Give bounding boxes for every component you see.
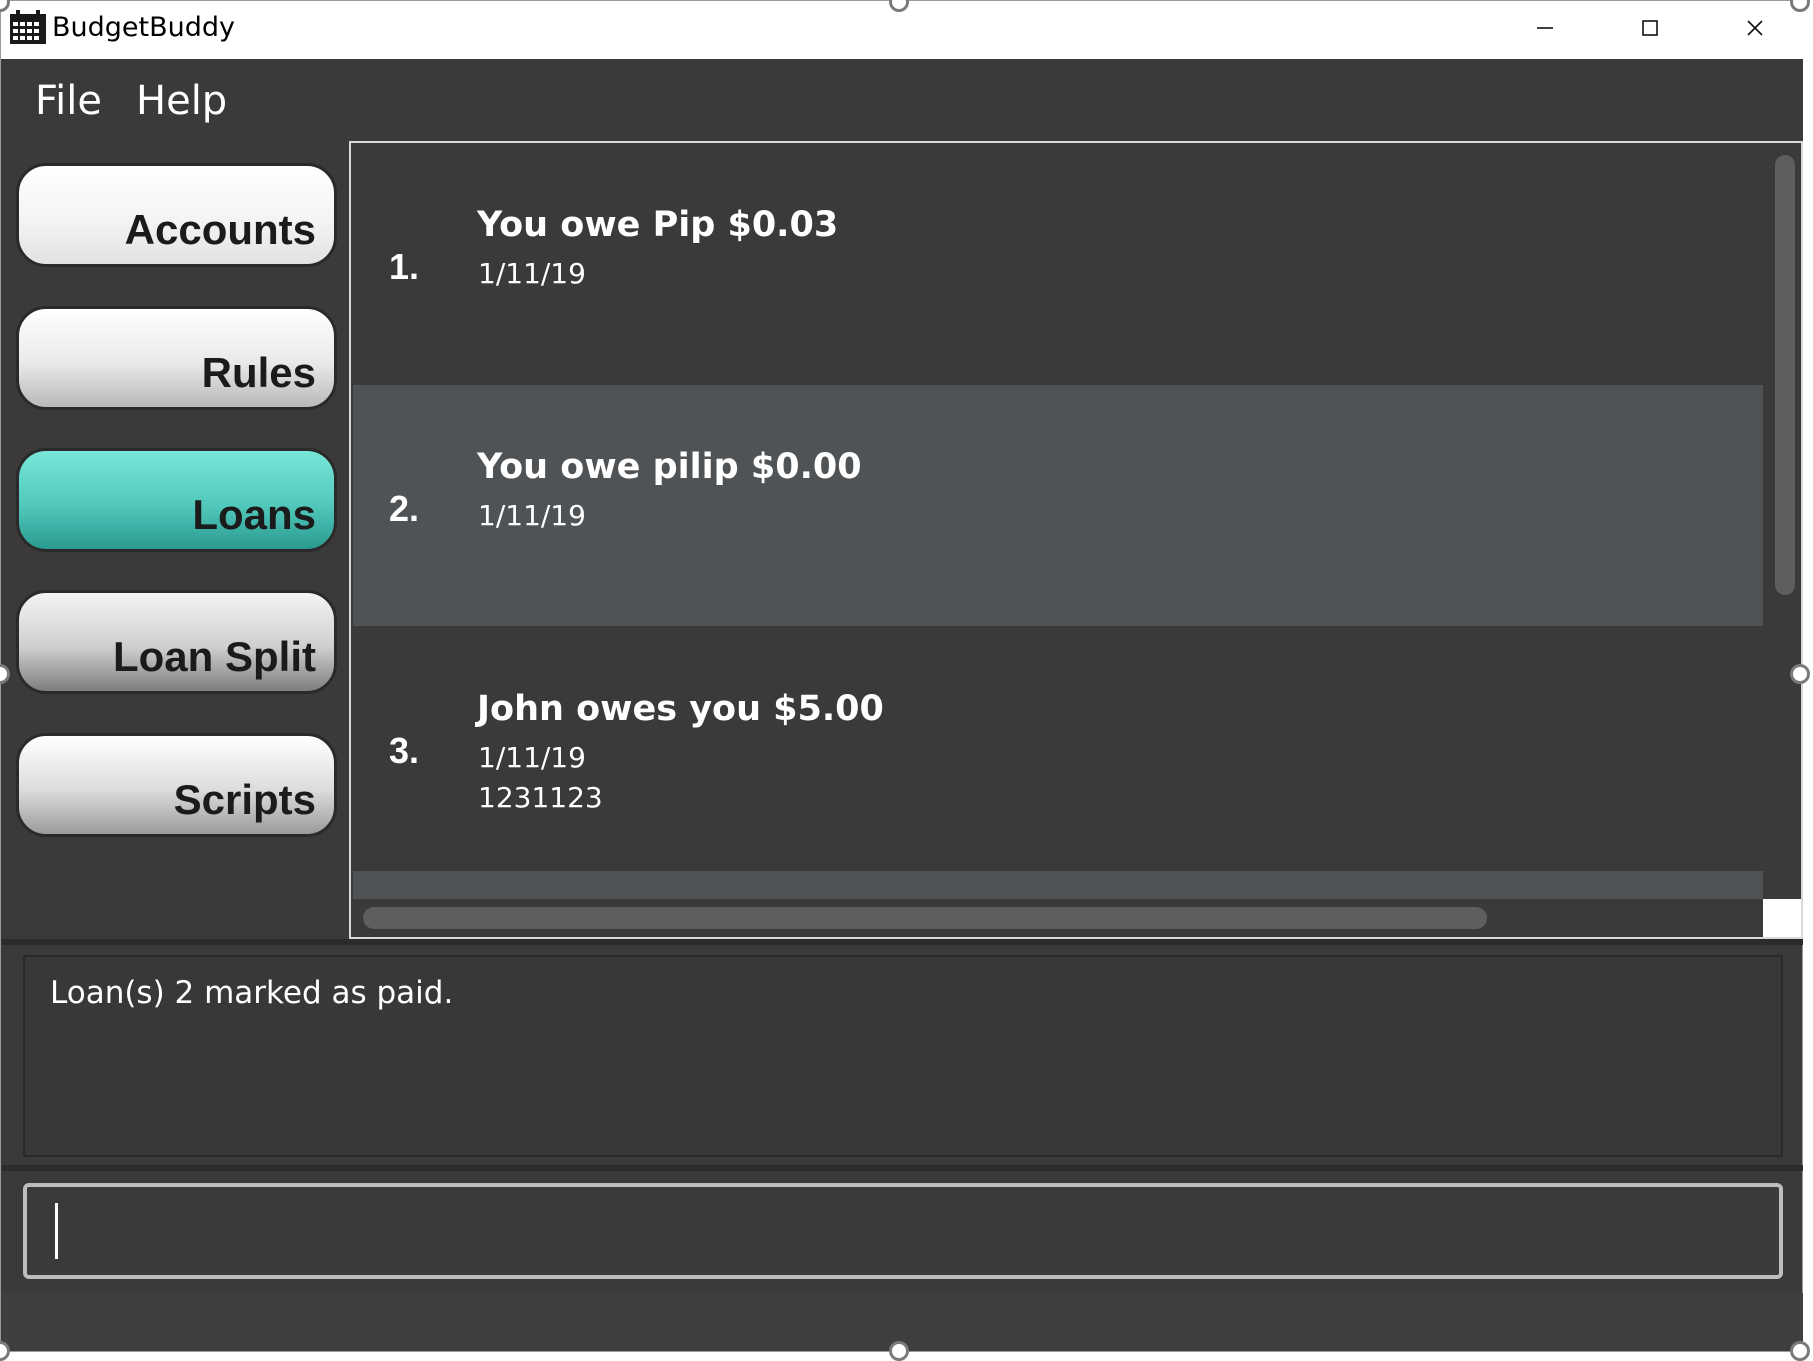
result-message: Loan(s) 2 marked as paid. — [50, 975, 454, 1011]
sidebar: Accounts Rules Loans Loan Split Scripts — [2, 143, 347, 939]
loan-title: You owe Pip $0.03 — [477, 205, 839, 245]
app-root: BudgetBuddy File Help Accounts Rules Loa… — [0, 0, 1813, 1361]
window-title: BudgetBuddy — [52, 12, 236, 43]
sidebar-item-accounts[interactable]: Accounts — [16, 163, 337, 267]
vertical-scroll-thumb[interactable] — [1775, 155, 1795, 595]
resize-handle[interactable] — [1790, 664, 1810, 684]
loan-title: John owes you $5.00 — [477, 689, 884, 729]
minimize-button[interactable] — [1493, 5, 1597, 51]
maximize-icon — [1642, 20, 1658, 36]
divider — [2, 1165, 1803, 1171]
list-item[interactable]: 1. You owe Pip $0.03 1/11/19 — [353, 143, 1763, 384]
list-item-index: 3. — [389, 730, 420, 771]
maximize-button[interactable] — [1598, 5, 1702, 51]
scroll-corner — [1763, 899, 1801, 937]
text-caret — [55, 1203, 58, 1259]
list-item[interactable]: 2. You owe pilip $0.00 1/11/19 — [353, 385, 1763, 626]
app-window: BudgetBuddy File Help Accounts Rules Loa… — [0, 0, 1804, 1352]
sidebar-item-loan-split[interactable]: Loan Split — [16, 590, 337, 694]
command-input[interactable] — [23, 1183, 1783, 1279]
minimize-icon — [1537, 27, 1553, 29]
divider — [2, 939, 1803, 945]
list-item[interactable]: 3. John owes you $5.00 1/11/19 1231123 — [353, 627, 1763, 868]
sidebar-item-scripts[interactable]: Scripts — [16, 733, 337, 837]
close-button[interactable] — [1703, 5, 1807, 51]
loan-title: You owe pilip $0.00 — [477, 447, 862, 487]
menu-file[interactable]: File — [35, 73, 102, 129]
list-item-index: 2. — [389, 488, 420, 529]
loan-date: 1/11/19 — [478, 257, 586, 290]
menu-bar: File Help — [2, 59, 1803, 143]
sidebar-item-loans[interactable]: Loans — [16, 448, 337, 552]
resize-handle[interactable] — [889, 1341, 909, 1361]
horizontal-scroll-thumb[interactable] — [363, 907, 1487, 929]
menu-help[interactable]: Help — [136, 73, 227, 129]
loan-date: 1/11/19 — [478, 499, 586, 532]
loan-description: 1231123 — [478, 781, 603, 814]
calendar-icon — [10, 10, 46, 44]
loan-date: 1/11/19 — [478, 741, 586, 774]
loan-list: 1. You owe Pip $0.03 1/11/19 2. You owe … — [349, 141, 1803, 939]
close-icon — [1747, 20, 1763, 36]
list-item-index: 1. — [389, 246, 420, 287]
sidebar-item-rules[interactable]: Rules — [16, 306, 337, 410]
resize-handle[interactable] — [1790, 1341, 1810, 1361]
result-display: Loan(s) 2 marked as paid. — [23, 955, 1783, 1157]
